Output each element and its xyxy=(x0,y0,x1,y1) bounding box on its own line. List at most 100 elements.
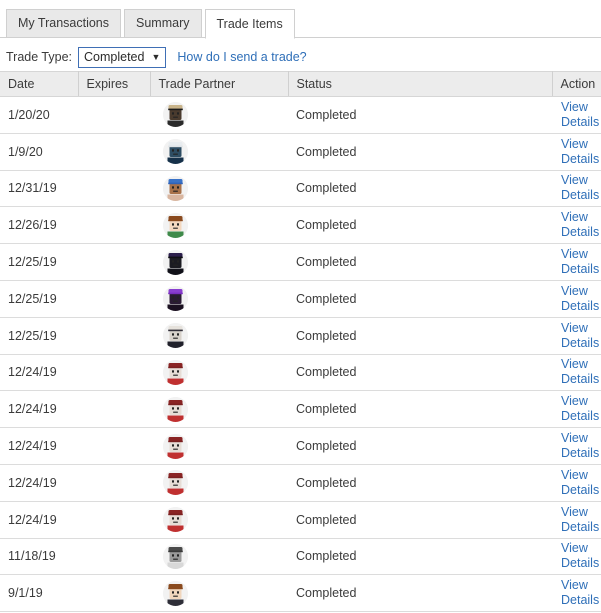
avatar-image xyxy=(163,433,188,459)
cell-action: View Details xyxy=(552,280,601,318)
tab-summary[interactable]: Summary xyxy=(124,9,202,38)
cell-date: 12/24/19 xyxy=(0,390,78,429)
trade-partner-avatar[interactable] xyxy=(163,139,188,165)
cell-status: Completed xyxy=(288,170,552,208)
view-details-link-line-1[interactable]: View xyxy=(561,394,601,409)
view-details-link-line-2[interactable]: Details xyxy=(561,225,601,240)
view-details-link-line-2[interactable]: Details xyxy=(561,188,601,203)
trade-partner-avatar[interactable] xyxy=(163,580,188,606)
avatar-image xyxy=(163,102,188,128)
view-details-link-line-1[interactable]: View xyxy=(561,210,601,225)
avatar-image xyxy=(163,139,188,165)
avatar-image xyxy=(163,359,188,385)
cell-trade-partner xyxy=(150,96,288,134)
cell-expires xyxy=(78,96,150,134)
avatar-image xyxy=(163,175,188,201)
avatar-image xyxy=(163,396,188,422)
cell-expires xyxy=(78,206,150,245)
cell-action: View Details xyxy=(552,427,601,465)
cell-action: View Details xyxy=(552,133,601,171)
cell-date: 9/1/19 xyxy=(0,574,78,613)
view-details-link-line-2[interactable]: Details xyxy=(561,520,601,535)
cell-expires xyxy=(78,317,150,355)
cell-date: 12/25/19 xyxy=(0,317,78,355)
cell-status: Completed xyxy=(288,464,552,502)
table-row: 12/24/19 Completed View Details xyxy=(0,427,601,465)
avatar-image xyxy=(163,286,188,312)
view-details-link-line-2[interactable]: Details xyxy=(561,372,601,387)
cell-date: 12/24/19 xyxy=(0,354,78,392)
cell-expires xyxy=(78,427,150,465)
tab-my-transactions[interactable]: My Transactions xyxy=(6,9,122,38)
cell-date: 1/20/20 xyxy=(0,96,78,134)
avatar-image xyxy=(163,580,188,606)
view-details-link-line-2[interactable]: Details xyxy=(561,299,601,314)
trade-items-table: Date Expires Trade Partner Status Action… xyxy=(0,71,601,613)
table-row: 12/25/19 Completed View Details xyxy=(0,280,601,318)
cell-date: 12/26/19 xyxy=(0,206,78,245)
view-details-link-line-2[interactable]: Details xyxy=(561,556,601,571)
trade-partner-avatar[interactable] xyxy=(163,433,188,459)
view-details-link-line-2[interactable]: Details xyxy=(561,593,601,608)
cell-date: 12/24/19 xyxy=(0,427,78,465)
view-details-link-line-1[interactable]: View xyxy=(561,431,601,446)
cell-action: View Details xyxy=(552,354,601,392)
view-details-link-line-1[interactable]: View xyxy=(561,468,601,483)
cell-date: 12/31/19 xyxy=(0,170,78,208)
view-details-link-line-1[interactable]: View xyxy=(561,578,601,593)
cell-trade-partner xyxy=(150,538,288,576)
table-row: 1/20/20 Completed View Details xyxy=(0,96,601,134)
tab-trade-items[interactable]: Trade Items xyxy=(204,9,295,39)
cell-trade-partner xyxy=(150,464,288,502)
table-row: 12/24/19 Completed View Details xyxy=(0,501,601,539)
trade-partner-avatar[interactable] xyxy=(163,249,188,275)
view-details-link-line-1[interactable]: View xyxy=(561,321,601,336)
cell-trade-partner xyxy=(150,206,288,245)
view-details-link-line-1[interactable]: View xyxy=(561,100,601,115)
view-details-link-line-2[interactable]: Details xyxy=(561,409,601,424)
trade-partner-avatar[interactable] xyxy=(163,359,188,385)
cell-trade-partner xyxy=(150,354,288,392)
trade-partner-avatar[interactable] xyxy=(163,323,188,349)
cell-action: View Details xyxy=(552,501,601,539)
view-details-link-line-1[interactable]: View xyxy=(561,247,601,262)
view-details-link-line-2[interactable]: Details xyxy=(561,446,601,461)
trade-partner-avatar[interactable] xyxy=(163,175,188,201)
view-details-link-line-2[interactable]: Details xyxy=(561,152,601,167)
cell-status: Completed xyxy=(288,280,552,318)
trade-partner-avatar[interactable] xyxy=(163,470,188,496)
tab-strip: My Transactions Summary Trade Items xyxy=(0,0,601,39)
view-details-link-line-2[interactable]: Details xyxy=(561,262,601,277)
trade-partner-avatar[interactable] xyxy=(163,396,188,422)
trade-partner-avatar[interactable] xyxy=(163,507,188,533)
view-details-link-line-2[interactable]: Details xyxy=(561,483,601,498)
view-details-link-line-1[interactable]: View xyxy=(561,541,601,556)
view-details-link-line-1[interactable]: View xyxy=(561,357,601,372)
avatar-image xyxy=(163,470,188,496)
trade-type-label: Trade Type: xyxy=(6,50,73,64)
cell-expires xyxy=(78,243,150,281)
trade-type-select[interactable]: Completed ▼ xyxy=(78,46,167,68)
trade-partner-avatar[interactable] xyxy=(163,212,188,238)
view-details-link-line-1[interactable]: View xyxy=(561,284,601,299)
view-details-link-line-1[interactable]: View xyxy=(561,173,601,188)
cell-trade-partner xyxy=(150,390,288,429)
cell-expires xyxy=(78,464,150,502)
trade-partner-avatar[interactable] xyxy=(163,286,188,312)
view-details-link-line-2[interactable]: Details xyxy=(561,336,601,351)
trade-partner-avatar[interactable] xyxy=(163,102,188,128)
table-header: Date Expires Trade Partner Status Action xyxy=(0,71,601,97)
view-details-link-line-1[interactable]: View xyxy=(561,505,601,520)
view-details-link-line-2[interactable]: Details xyxy=(561,115,601,130)
column-header-date: Date xyxy=(0,71,79,97)
cell-action: View Details xyxy=(552,243,601,281)
cell-action: View Details xyxy=(552,206,601,245)
cell-action: View Details xyxy=(552,96,601,134)
table-row: 1/9/20 Completed View Details xyxy=(0,133,601,171)
cell-status: Completed xyxy=(288,501,552,539)
how-do-i-send-a-trade-link[interactable]: How do I send a trade? xyxy=(177,50,306,64)
view-details-link-line-1[interactable]: View xyxy=(561,137,601,152)
chevron-down-icon: ▼ xyxy=(151,51,161,62)
avatar-image xyxy=(163,249,188,275)
trade-partner-avatar[interactable] xyxy=(163,543,188,569)
